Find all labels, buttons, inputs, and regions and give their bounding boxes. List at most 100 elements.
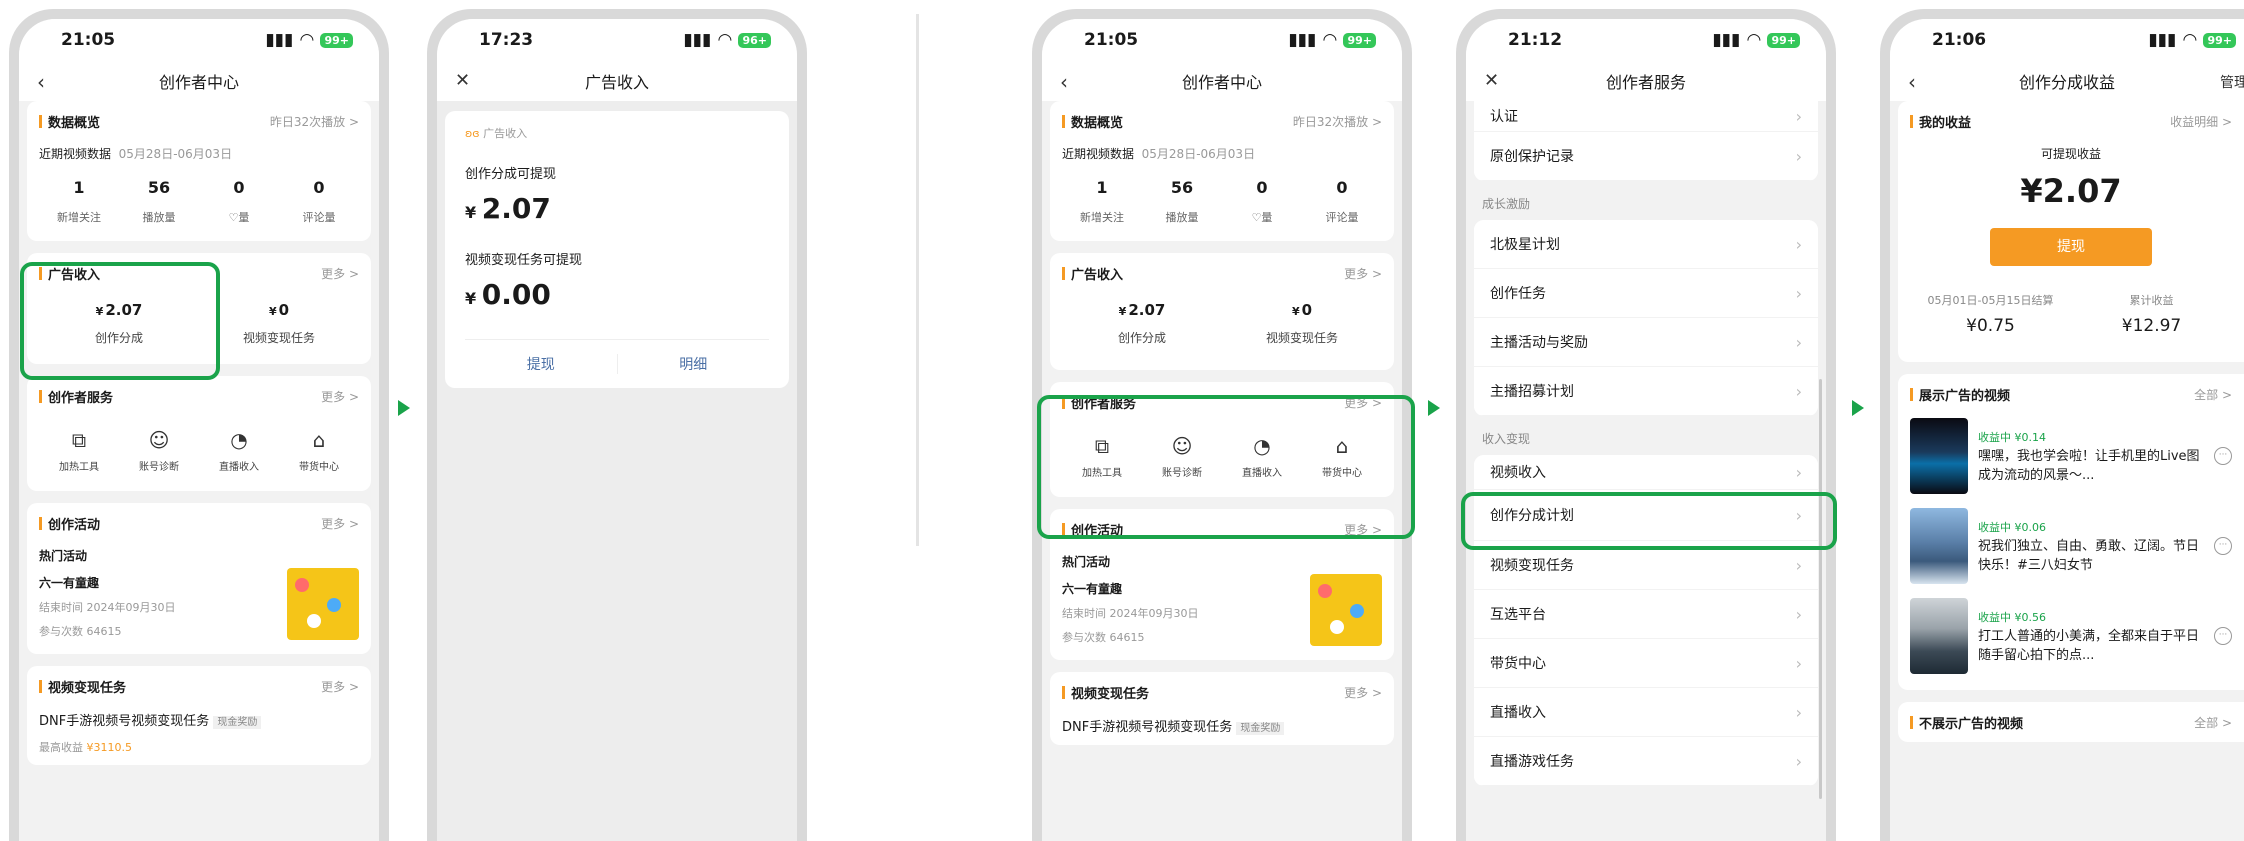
ad-videos-card: 展示广告的视频 全部 > 收益中 ¥0.14 嘿嘿，我也学会啦！让手机里的Live图… bbox=[1898, 374, 2244, 690]
phone-ad-income: 17:23 ▮▮▮ ◠ 96+ ✕ 广告收入 ʚɞ 广告收入 创作分成可提现 ¥ 2… bbox=[427, 9, 807, 841]
status-time: 21:05 bbox=[1084, 30, 1139, 50]
list-item-polaris[interactable]: 北极星计划 › bbox=[1474, 220, 1818, 269]
wifi-icon: ◠ bbox=[1323, 30, 1337, 50]
battery-icon: 96+ bbox=[738, 32, 771, 48]
video-thumbnail bbox=[1910, 508, 1968, 584]
screen: 21:05 ▮▮▮ ◠ 99+ ‹ 创作者中心 数据概览 昨日32次播放 > 近期视频… bbox=[19, 19, 379, 841]
ad-more-link[interactable]: 更多 > bbox=[1344, 265, 1382, 282]
range-label: 近期视频数据 bbox=[39, 147, 112, 161]
chevron-right-icon: › bbox=[1795, 106, 1802, 126]
ad-task[interactable]: ¥0 视频变现任务 bbox=[1222, 301, 1382, 346]
overview-more-link[interactable]: 昨日32次播放 > bbox=[270, 113, 359, 130]
overview-card: 数据概览 昨日32次播放 > 近期视频数据 05月28日-06月03日 1 新增关注… bbox=[27, 101, 371, 241]
tool-live[interactable]: ◔ 直播收入 bbox=[199, 428, 279, 473]
user-search-icon: ☺ bbox=[148, 428, 170, 452]
close-icon[interactable]: ✕ bbox=[1484, 70, 1499, 91]
butterfly-icon: ʚɞ bbox=[465, 127, 480, 140]
overview-more-link[interactable]: 昨日32次播放 > bbox=[1293, 113, 1382, 130]
ad-income-card[interactable]: 广告收入 更多 > ¥2.07 创作分成 ¥0 视频变现任务 bbox=[1050, 253, 1394, 370]
list-item-shop[interactable]: 带货中心 › bbox=[1474, 639, 1818, 688]
back-icon[interactable]: ‹ bbox=[1060, 70, 1068, 94]
page-title: 广告收入 bbox=[584, 73, 649, 92]
list-item-live-income[interactable]: 直播收入 › bbox=[1474, 688, 1818, 737]
activity-item[interactable]: 六一有童趣 结束时间 2024年09月30日 参与次数 64615 bbox=[39, 568, 359, 640]
list-item-original[interactable]: 原创保护记录 › bbox=[1474, 132, 1818, 181]
withdraw-button[interactable]: 提现 bbox=[1990, 228, 2152, 266]
page-title: 创作者中心 bbox=[1181, 73, 1262, 92]
wifi-icon: ◠ bbox=[1747, 30, 1761, 50]
task-item[interactable]: DNF手游视频号视频变现任务 现金奖励 bbox=[39, 710, 359, 729]
battery-icon: 99+ bbox=[1343, 32, 1376, 48]
task-more-link[interactable]: 更多 > bbox=[321, 678, 359, 695]
more-options-icon[interactable]: ··· bbox=[2214, 537, 2232, 555]
ad-videos-all-link[interactable]: 全部 > bbox=[2194, 386, 2232, 403]
list-item-mutual[interactable]: 互选平台 › bbox=[1474, 590, 1818, 639]
withdraw-button[interactable]: 提现 bbox=[465, 354, 618, 374]
chevron-right-icon: › bbox=[1795, 751, 1802, 771]
overview-title: 数据概览 bbox=[1071, 115, 1124, 131]
stat-likes: 0 ♡量 bbox=[228, 178, 250, 224]
section-income: 收入变现 bbox=[1482, 432, 1531, 446]
ad-more-link[interactable]: 更多 > bbox=[321, 265, 359, 282]
overview-title: 数据概览 bbox=[48, 115, 101, 131]
overview-card: 数据概览 昨日32次播放 > 近期视频数据 05月28日-06月03日 1 新增关注… bbox=[1050, 101, 1394, 241]
battery-icon: 99+ bbox=[2203, 32, 2236, 48]
chevron-right-icon: › bbox=[1795, 653, 1802, 673]
earnings-card: 我的收益 收益明细 > 可提现收益 ¥2.07 提现 05月01日-05月15日结… bbox=[1898, 101, 2244, 362]
signal-icon: ▮▮▮ bbox=[1288, 30, 1317, 50]
more-options-icon[interactable]: ··· bbox=[2214, 627, 2232, 645]
task-card: 视频变现任务 更多 > DNF手游视频号视频变现任务 现金奖励 bbox=[1050, 672, 1394, 745]
task-item[interactable]: DNF手游视频号视频变现任务 现金奖励 bbox=[1062, 716, 1382, 735]
chevron-right-icon: › bbox=[1795, 604, 1802, 624]
no-ad-videos-card: 不展示广告的视频 全部 > bbox=[1898, 702, 2244, 742]
page-title: 创作分成收益 bbox=[2018, 73, 2115, 92]
tool-diagnose[interactable]: ☺ 账号诊断 bbox=[119, 428, 199, 473]
status-time: 21:12 bbox=[1508, 30, 1563, 50]
signal-icon: ▮▮▮ bbox=[2148, 30, 2177, 50]
video-item[interactable]: 收益中 ¥0.06 祝我们独立、自由、勇敢、辽阔。节日快乐！#三八妇女节 ··· bbox=[1910, 508, 2232, 584]
status-time: 21:06 bbox=[1932, 30, 1987, 50]
no-ad-videos-all-link[interactable]: 全部 > bbox=[2194, 714, 2232, 731]
manage-button[interactable]: 管理 bbox=[2220, 72, 2244, 92]
service-more-link[interactable]: 更多 > bbox=[321, 388, 359, 405]
activity-item[interactable]: 六一有童趣 结束时间 2024年09月30日 参与次数 64615 bbox=[1062, 574, 1382, 646]
list-item-live-game[interactable]: 直播游戏任务 › bbox=[1474, 737, 1818, 786]
tool-shop[interactable]: ⌂ 带货中心 bbox=[279, 428, 359, 473]
settle-block: 05月01日-05月15日结算 ¥0.75 bbox=[1927, 294, 2054, 336]
back-icon[interactable]: ‹ bbox=[1908, 70, 1916, 94]
task-more-link[interactable]: 更多 > bbox=[1344, 684, 1382, 701]
close-icon[interactable]: ✕ bbox=[455, 70, 470, 91]
stat-follow: 1 新增关注 bbox=[1080, 178, 1124, 224]
list-item-video-income[interactable]: 视频收入 › bbox=[1474, 455, 1818, 490]
task-label: 视频变现任务可提现 bbox=[465, 253, 583, 268]
scrollbar[interactable] bbox=[1819, 379, 1822, 799]
list-item-host-activity[interactable]: 主播活动与奖励 › bbox=[1474, 318, 1818, 367]
total-block: 累计收益 ¥12.97 bbox=[2121, 294, 2182, 336]
detail-button[interactable]: 明细 bbox=[618, 354, 770, 374]
highlight-ad-income bbox=[20, 262, 220, 380]
activity-poster bbox=[287, 568, 359, 640]
list-item-verify[interactable]: 认证 › bbox=[1474, 101, 1818, 132]
stat-likes: 0 ♡量 bbox=[1251, 178, 1273, 224]
section-growth: 成长激励 bbox=[1482, 197, 1531, 211]
earnings-title: 我的收益 bbox=[1919, 115, 1972, 131]
back-icon[interactable]: ‹ bbox=[37, 70, 45, 94]
ad-share[interactable]: ¥2.07 创作分成 bbox=[1062, 301, 1222, 346]
video-item[interactable]: 收益中 ¥0.56 打工人普通的小美满，全都来自于平日随手留心拍下的点... ··… bbox=[1910, 598, 2232, 674]
phone-share-earnings: 21:06 ▮▮▮ ◠ 99+ ‹ 创作分成收益 管理 我的收益 收益明细 > 可提现… bbox=[1880, 9, 2244, 841]
video-item[interactable]: 收益中 ¥0.14 嘿嘿，我也学会啦！让手机里的Live图成为流动的风景～... … bbox=[1910, 418, 2232, 494]
page-title: 创作者服务 bbox=[1605, 73, 1686, 92]
tool-boost[interactable]: ⧉ 加热工具 bbox=[39, 428, 119, 473]
flow-arrow-1 bbox=[398, 400, 410, 416]
highlight-share-plan bbox=[1461, 492, 1837, 550]
more-options-icon[interactable]: ··· bbox=[2214, 447, 2232, 465]
list-item-create-task[interactable]: 创作任务 › bbox=[1474, 269, 1818, 318]
list-item-host-recruit[interactable]: 主播招募计划 › bbox=[1474, 367, 1818, 416]
activity-more-link[interactable]: 更多 > bbox=[321, 515, 359, 532]
earnings-detail-link[interactable]: 收益明细 > bbox=[2170, 113, 2232, 130]
service-title: 创作者服务 bbox=[48, 390, 114, 406]
share-amount: ¥ 2.07 bbox=[465, 192, 551, 225]
ad-task[interactable]: ¥0 视频变现任务 bbox=[199, 301, 359, 346]
chevron-right-icon: › bbox=[1795, 381, 1802, 401]
chevron-right-icon: › bbox=[1795, 462, 1802, 482]
